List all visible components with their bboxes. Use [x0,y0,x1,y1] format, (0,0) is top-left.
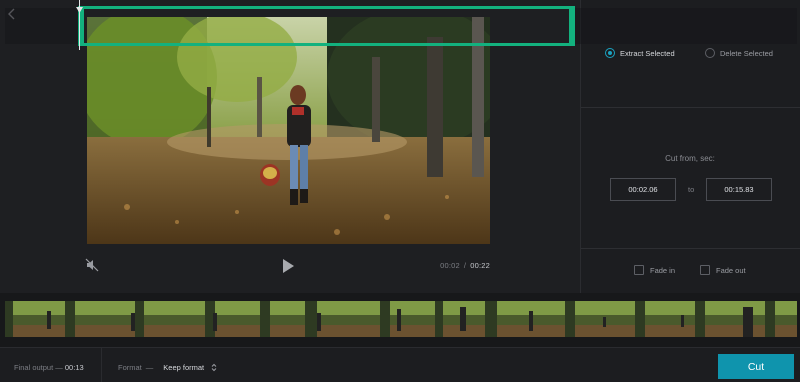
updown-caret-icon [211,363,217,372]
checkbox-label: Fade out [716,265,746,275]
final-output: Final output — 00:13 [14,363,84,372]
format-separator: — [145,363,154,372]
extract-selected-radio[interactable]: Extract Selected [605,48,675,58]
selection-range[interactable] [78,6,575,46]
current-time: 00:02 [440,261,460,270]
format-label: Format [118,363,142,372]
playhead-knob-icon[interactable] [76,0,83,13]
fade-section [581,249,800,293]
unselected-region-right [575,8,797,44]
total-time: 00:22 [470,261,490,270]
radio-label: Extract Selected [620,48,675,58]
timeline[interactable] [0,293,800,347]
final-output-value: 00:13 [64,363,84,372]
divider [101,348,102,382]
radio-indicator [605,48,615,58]
format: Format — Keep format [118,363,217,372]
cut-end-input[interactable] [706,178,772,201]
delete-selected-radio[interactable]: Delete Selected [705,48,773,58]
cut-button[interactable]: Cut [718,354,794,379]
final-output-label: Final output [14,363,54,372]
checkbox-box [634,265,644,275]
bottom-bar: Final output — 00:13 Format — Keep forma… [0,347,800,382]
time-separator: / [463,261,467,270]
final-output-separator: — [55,363,63,372]
to-label: to [688,185,695,194]
thumbnail-strip [5,301,797,337]
radio-label: Delete Selected [720,48,773,58]
checkbox-box [700,265,710,275]
fade-out-checkbox[interactable]: Fade out [700,265,746,275]
unselected-region-left [5,8,78,44]
video-frame[interactable] [87,17,490,244]
format-select[interactable]: Keep format [163,363,217,372]
play-icon[interactable] [281,258,295,274]
video-cutter-app: 00:02/00:22 Extract Selected Delete Sele… [0,0,800,382]
checkbox-label: Fade in [650,265,676,275]
selection-end-handle[interactable] [569,6,575,46]
cut-start-input[interactable] [610,178,676,201]
time-display: 00:02/00:22 [440,261,490,270]
radio-indicator [705,48,715,58]
thumbnails [5,301,797,337]
format-value: Keep format [163,363,205,372]
cut-from-label: Cut from, sec: [665,154,715,163]
speaker-muted-icon[interactable] [85,258,99,272]
fade-in-checkbox[interactable]: Fade in [634,265,675,275]
